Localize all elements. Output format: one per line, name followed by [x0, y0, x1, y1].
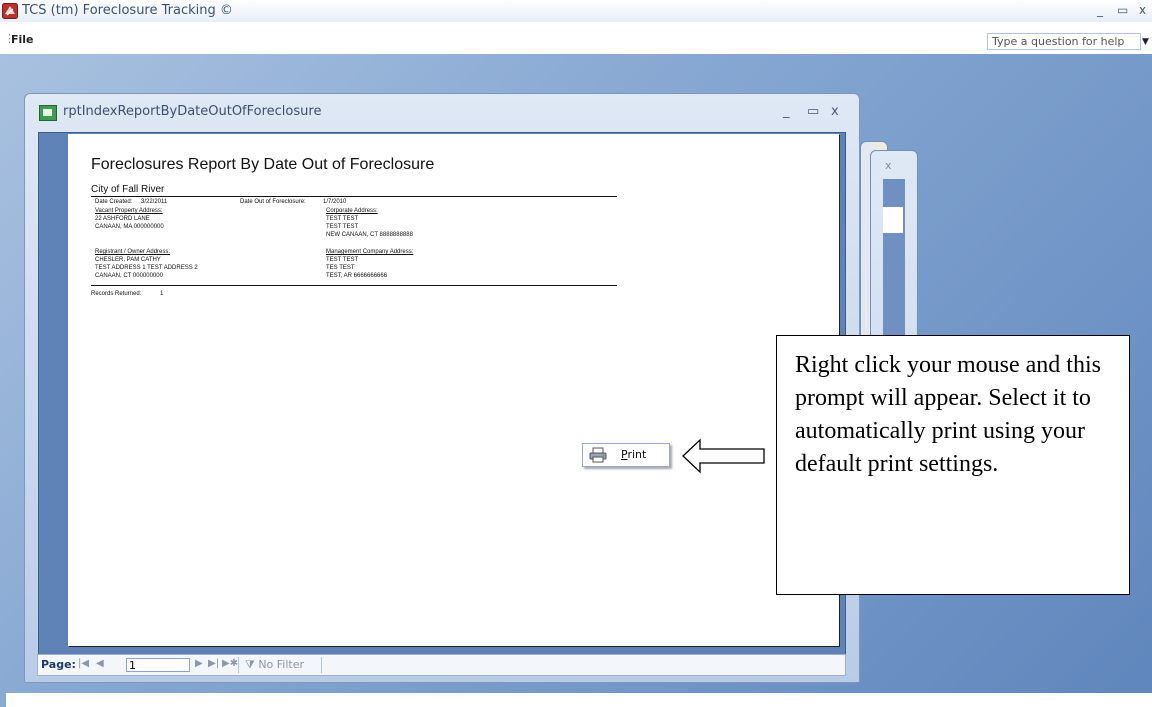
- corporate-line: NEW CANAAN, CT 8888888888: [326, 232, 413, 238]
- app-title: TCS (tm) Foreclosure Tracking ©: [22, 3, 233, 18]
- close-button[interactable]: x: [1139, 3, 1146, 17]
- printer-icon: [589, 447, 607, 463]
- corporate-line: TEST TEST: [326, 224, 359, 230]
- records-returned-label: Records Returned:: [91, 291, 142, 297]
- registrant-heading: Registrant / Owner Address:: [95, 249, 171, 255]
- previous-page-button[interactable]: ◀: [96, 658, 104, 669]
- report-window-icon: [39, 105, 57, 121]
- registrant-line: CANAAN, CT 000000000: [95, 273, 163, 279]
- print-label: Print: [621, 448, 647, 461]
- registrant-line: CHESLER, PAM CATHY: [95, 257, 161, 263]
- corporate-line: TEST TEST: [326, 216, 359, 222]
- record-navigation-bar: Page: |◀ ◀ 1 ▶ ▶| ▶✱ ⧩ No Filter: [37, 654, 846, 676]
- menu-bar: ⋮ File: [0, 30, 1152, 50]
- help-dropdown-icon[interactable]: ▼: [1142, 37, 1149, 47]
- filter-icon: ⧩: [245, 658, 255, 671]
- management-line: TEST, AR 6666666666: [326, 273, 388, 279]
- background-window-panel: [883, 207, 903, 233]
- minimize-button[interactable]: _: [1097, 3, 1103, 17]
- report-city: City of Fall River: [91, 184, 165, 195]
- instruction-callout: Right click your mouse and this prompt w…: [776, 335, 1130, 595]
- filter-indicator[interactable]: ⧩ No Filter: [245, 658, 304, 672]
- app-logo-icon: [2, 3, 18, 19]
- date-created-value: 3/22/2011: [141, 199, 168, 205]
- report-maximize-button[interactable]: ▭: [807, 104, 819, 119]
- management-heading: Management Company Address:: [326, 249, 414, 255]
- hollow-arrow-left-icon: [682, 438, 765, 474]
- close-icon[interactable]: x: [885, 159, 892, 172]
- page-label: Page:: [41, 658, 76, 671]
- help-search-input[interactable]: Type a question for help: [987, 33, 1141, 50]
- records-returned-value: 1: [160, 291, 164, 297]
- date-created-label: Date Created:: [95, 199, 133, 205]
- report-window[interactable]: rptIndexReportByDateOutOfForeclosure _ ▭…: [24, 93, 860, 683]
- first-page-button[interactable]: |◀: [78, 658, 89, 669]
- report-page: Foreclosures Report By Date Out of Forec…: [68, 134, 839, 646]
- vacant-property-heading: Vacant Property Address:: [95, 208, 163, 214]
- status-separator: [238, 657, 239, 673]
- page-number-input[interactable]: 1: [126, 658, 190, 672]
- report-divider-bottom: [91, 285, 617, 286]
- filter-label: No Filter: [258, 658, 305, 671]
- report-window-title: rptIndexReportByDateOutOfForeclosure: [63, 104, 322, 119]
- next-page-button[interactable]: ▶: [195, 658, 203, 669]
- report-minimize-button[interactable]: _: [783, 104, 790, 119]
- new-record-button[interactable]: ▶✱: [222, 658, 238, 669]
- management-line: TES TEST: [326, 265, 355, 271]
- report-divider-top: [91, 196, 617, 197]
- menu-file[interactable]: File: [11, 33, 34, 46]
- app-title-bar: TCS (tm) Foreclosure Tracking © _ ▭ x: [0, 0, 1152, 22]
- last-page-button[interactable]: ▶|: [208, 658, 219, 669]
- workspace-bottom-edge: [6, 693, 1152, 707]
- registrant-line: TEST ADDRESS 1 TEST ADDRESS 2: [95, 265, 198, 271]
- context-menu-print-item[interactable]: Print: [582, 443, 670, 467]
- date-out-label: Date Out of Foreclosure:: [240, 199, 306, 205]
- date-out-value: 1/7/2010: [323, 199, 347, 205]
- management-line: TEST TEST: [326, 257, 359, 263]
- report-title: Foreclosures Report By Date Out of Forec…: [91, 156, 435, 173]
- corporate-heading: Corporate Address:: [326, 208, 378, 214]
- report-close-button[interactable]: x: [831, 104, 839, 119]
- print-preview-area: Foreclosures Report By Date Out of Forec…: [38, 132, 846, 658]
- status-separator: [321, 657, 322, 673]
- vacant-property-line: 22 ASHFORD LANE: [95, 216, 150, 222]
- vacant-property-line: CANAAN, MA 000000000: [95, 224, 164, 230]
- maximize-button[interactable]: ▭: [1117, 3, 1128, 17]
